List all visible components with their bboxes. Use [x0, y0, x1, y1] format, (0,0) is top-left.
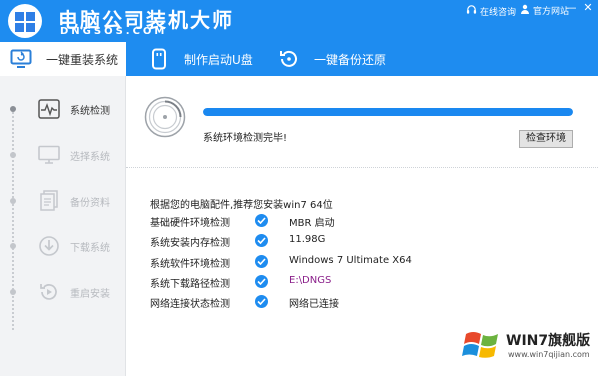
watermark-text: WIN7旗舰版 [506, 333, 591, 349]
step-dot [10, 289, 16, 295]
app-header: 电脑公司装机大师 DNGSOS.COM 在线咨询 官方网站 — ✕ [0, 0, 598, 42]
check-row-network: 网络连接状态检测 网络已连接 [150, 293, 450, 311]
recommendation-text: 根据您的电脑配件,推荐您安装win7 64位 [150, 200, 333, 211]
document-icon [38, 190, 60, 212]
pulse-icon [38, 98, 60, 120]
detection-status: 系统环境检测完毕! [203, 133, 288, 144]
user-icon [520, 4, 530, 17]
detection-progress-fill [203, 108, 573, 116]
check-environment-button[interactable]: 检查环境 [519, 130, 573, 148]
check-icon [255, 255, 268, 268]
tab-make-usb-label: 制作启动U盘 [184, 52, 253, 67]
check-row-label: 系统安装内存检测 [150, 238, 230, 249]
check-row-label: 网络连接状态检测 [150, 299, 230, 310]
check-row-download-path: 系统下载路径检测 E:\DNGS [150, 273, 450, 291]
check-row-value: 11.98G [289, 234, 326, 245]
check-row-memory: 系统安装内存检测 11.98G [150, 232, 450, 250]
detection-progress-bar [203, 108, 573, 116]
usb-icon [148, 48, 170, 70]
step-backup-data-label: 备份资料 [70, 197, 110, 209]
check-icon [255, 234, 268, 247]
step-dot [10, 198, 16, 204]
headset-icon [466, 4, 477, 18]
check-row-value: Windows 7 Ultimate X64 [289, 255, 412, 266]
restore-icon [278, 48, 300, 70]
tab-reinstall-system-label: 一键重装系统 [46, 52, 119, 67]
tab-reinstall-system[interactable]: 一键重装系统 [0, 42, 126, 76]
step-dot [10, 106, 16, 112]
online-consult-label: 在线咨询 [480, 7, 517, 18]
check-row-label: 基础硬件环境检测 [150, 218, 230, 229]
step-dot [10, 152, 16, 158]
check-row-software: 系统软件环境检测 Windows 7 Ultimate X64 [150, 253, 450, 271]
close-button[interactable]: ✕ [582, 2, 594, 14]
check-row-value: 网络已连接 [289, 299, 339, 310]
tab-backup-restore-label: 一键备份还原 [314, 52, 387, 67]
steps-sidebar: 系统检测 选择系统 备份资料 下载系统 重启安装 [0, 76, 126, 376]
scan-radar-icon [144, 96, 186, 138]
tab-make-usb[interactable]: 制作启动U盘 [148, 42, 278, 76]
download-icon [38, 235, 60, 257]
step-download-system-label: 下载系统 [70, 242, 110, 254]
windows-flag-icon [462, 326, 504, 364]
step-system-check-label: 系统检测 [70, 105, 110, 117]
step-restart-install[interactable]: 重启安装 [0, 275, 126, 309]
check-row-label: 系统下载路径检测 [150, 279, 230, 290]
check-row-hardware: 基础硬件环境检测 MBR 启动 [150, 212, 450, 230]
step-restart-install-label: 重启安装 [70, 288, 110, 300]
monitor-icon [38, 144, 60, 166]
tab-bar: 一键重装系统 制作启动U盘 一键备份还原 [0, 42, 598, 76]
download-path-link[interactable]: E:\DNGS [289, 275, 331, 286]
watermark-url: www.win7qijian.com [508, 350, 590, 359]
check-row-label: 系统软件环境检测 [150, 259, 230, 270]
step-backup-data[interactable]: 备份资料 [0, 184, 126, 218]
official-site-link[interactable]: 官方网站 [520, 4, 569, 17]
step-download-system[interactable]: 下载系统 [0, 229, 126, 263]
check-row-value: MBR 启动 [289, 218, 335, 229]
monitor-icon [10, 48, 32, 70]
check-icon [255, 214, 268, 227]
app-subtitle: DNGSOS.COM [60, 26, 168, 37]
step-select-system[interactable]: 选择系统 [0, 138, 126, 172]
step-select-system-label: 选择系统 [70, 151, 110, 163]
online-consult-link[interactable]: 在线咨询 [466, 4, 516, 18]
step-system-check[interactable]: 系统检测 [0, 92, 126, 126]
step-dot [10, 243, 16, 249]
official-site-label: 官方网站 [533, 7, 570, 17]
check-icon [255, 275, 268, 288]
replay-icon [38, 281, 60, 303]
app-logo [8, 4, 42, 38]
section-divider [126, 167, 598, 168]
minimize-button[interactable]: — [565, 2, 577, 14]
tab-backup-restore[interactable]: 一键备份还原 [278, 42, 408, 76]
check-icon [255, 295, 268, 308]
